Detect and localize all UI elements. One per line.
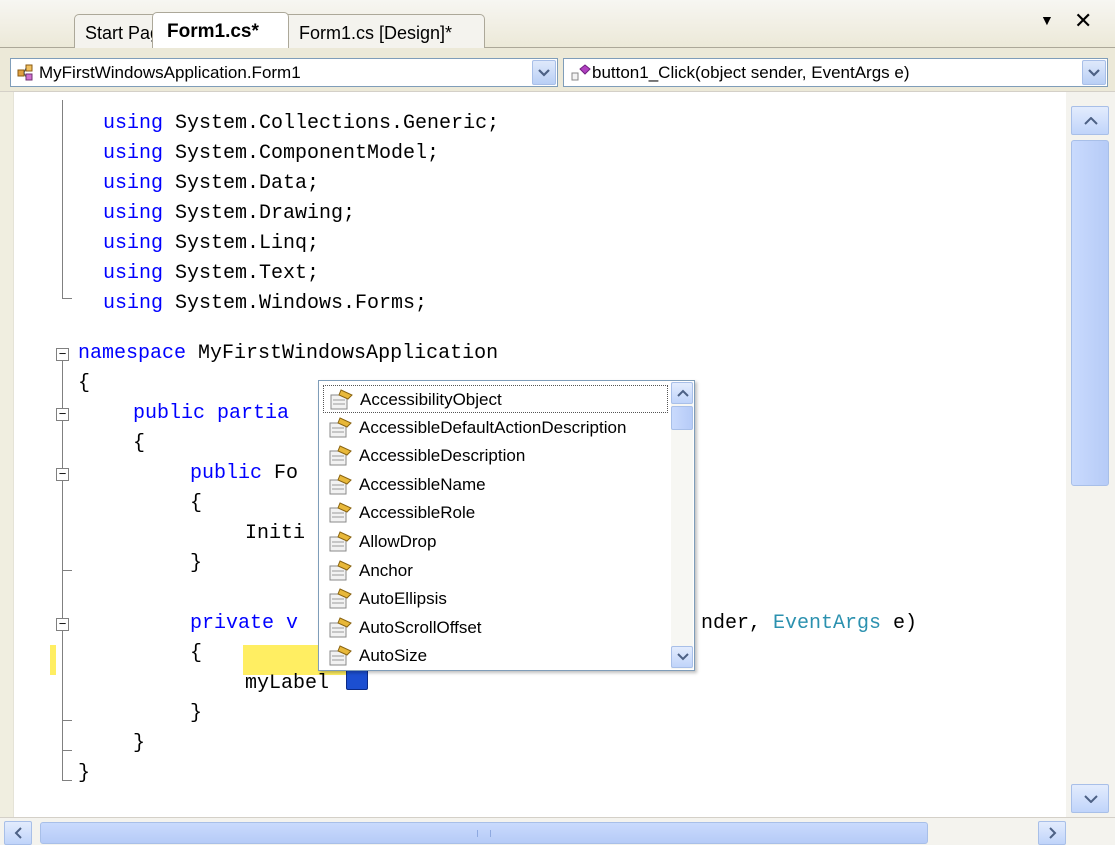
completion-item-label: AutoSize	[359, 646, 428, 666]
property-icon	[329, 474, 352, 495]
property-icon	[329, 502, 352, 523]
completion-item-label: AccessibleRole	[359, 503, 476, 523]
smart-tag-icon[interactable]	[346, 668, 368, 690]
code-line: }	[190, 552, 203, 575]
completion-item-label: AccessibleDefaultActionDescription	[359, 417, 627, 437]
code-line-current: myLabel	[245, 672, 330, 695]
horizontal-scrollbar[interactable]	[0, 817, 1115, 845]
close-icon[interactable]: ✕	[1074, 8, 1092, 34]
completion-item[interactable]: AutoSize	[323, 642, 668, 670]
completion-item[interactable]: AccessibilityObject	[323, 385, 668, 413]
scroll-down-button[interactable]	[671, 646, 693, 668]
code-line: namespace MyFirstWindowsApplication	[78, 342, 499, 365]
chevron-down-icon[interactable]	[532, 60, 556, 85]
collapse-toggle[interactable]: −	[56, 407, 69, 421]
property-icon	[329, 531, 352, 552]
completion-item-label: AccessibleName	[359, 474, 486, 494]
property-icon	[329, 645, 352, 666]
scroll-up-button[interactable]	[1071, 106, 1109, 135]
navigation-bar: MyFirstWindowsApplication.Form1 button1_…	[0, 48, 1115, 92]
code-line: using System.Collections.Generic;	[103, 112, 500, 135]
scroll-right-button[interactable]	[1038, 821, 1066, 845]
outline-line	[62, 780, 72, 781]
member-combo-value: button1_Click(object sender, EventArgs e…	[592, 63, 910, 82]
vertical-scrollbar[interactable]	[1066, 92, 1115, 817]
completion-list[interactable]: AccessibilityObject AccessibleDefaultActi…	[318, 380, 695, 671]
code-line: }	[78, 762, 91, 785]
collapse-toggle[interactable]: −	[56, 617, 69, 631]
outline-line	[62, 100, 63, 298]
indicator-margin	[0, 92, 14, 817]
code-line: public partia	[133, 402, 290, 425]
scroll-thumb[interactable]	[1071, 140, 1109, 486]
code-line: private v	[190, 612, 299, 635]
completion-item-label: AllowDrop	[359, 532, 437, 551]
property-icon	[329, 559, 352, 581]
scroll-down-button[interactable]	[1071, 784, 1109, 813]
completion-item[interactable]: AccessibleRole	[323, 499, 668, 527]
class-combo[interactable]: MyFirstWindowsApplication.Form1	[10, 58, 558, 87]
triangle-down-icon[interactable]: ▼	[1040, 12, 1054, 28]
property-icon	[329, 445, 352, 466]
code-line: using System.Linq;	[103, 232, 320, 255]
completion-item-label: AccessibleDescription	[359, 446, 526, 466]
completion-item[interactable]: Anchor	[323, 557, 668, 585]
chevron-down-icon[interactable]	[1082, 60, 1106, 85]
completion-scrollbar[interactable]	[671, 382, 693, 669]
code-line: using System.ComponentModel;	[103, 142, 440, 165]
completion-item-label: AutoEllipsis	[359, 589, 447, 609]
class-combo-value: MyFirstWindowsApplication.Form1	[39, 63, 301, 82]
code-line: {	[78, 372, 91, 395]
completion-item[interactable]: AccessibleName	[323, 471, 668, 499]
scroll-left-button[interactable]	[4, 821, 32, 845]
code-line: Initi	[245, 522, 306, 545]
code-line: {	[190, 492, 203, 515]
completion-item[interactable]: AccessibleDefaultActionDescription	[323, 414, 668, 442]
completion-item[interactable]: AccessibleDescription	[323, 442, 668, 470]
method-icon	[571, 64, 591, 81]
completion-item-label: Anchor	[359, 560, 413, 580]
scroll-thumb[interactable]	[40, 822, 928, 844]
completion-item[interactable]: AutoScrollOffset	[323, 614, 668, 642]
tab-form1-design[interactable]: Form1.cs [Design]*	[280, 14, 485, 48]
outline-line	[62, 720, 72, 721]
outline-line	[62, 750, 72, 751]
completion-item[interactable]: AllowDrop	[323, 528, 668, 556]
code-line: }	[190, 702, 203, 725]
tab-form1-cs[interactable]: Form1.cs*	[152, 12, 289, 48]
completion-item-label: AutoScrollOffset	[359, 617, 482, 637]
code-line: }	[133, 732, 146, 755]
completion-item-label: AccessibilityObject	[360, 390, 502, 409]
collapse-toggle[interactable]: −	[56, 347, 69, 361]
code-line: using System.Text;	[103, 262, 320, 285]
scroll-thumb[interactable]	[671, 406, 693, 430]
class-icon	[17, 64, 33, 81]
completion-item[interactable]: AutoEllipsis	[323, 585, 668, 613]
document-tab-strip: Start Page Form1.cs [Design]* Form1.cs* …	[0, 0, 1115, 48]
property-icon	[330, 389, 353, 410]
code-line: using System.Drawing;	[103, 202, 356, 225]
outline-line	[62, 570, 72, 571]
property-icon	[329, 416, 352, 438]
code-line: using System.Data;	[103, 172, 320, 195]
outline-line	[62, 298, 72, 299]
property-icon	[329, 617, 352, 638]
collapse-toggle[interactable]: −	[56, 467, 69, 481]
code-line: using System.Windows.Forms;	[103, 292, 428, 315]
scroll-up-button[interactable]	[671, 382, 693, 404]
code-line: public Fo	[190, 462, 299, 485]
code-line: {	[190, 642, 203, 665]
property-icon	[329, 588, 352, 609]
change-marker	[50, 645, 56, 675]
code-line: {	[133, 432, 146, 455]
code-line-tail: nder, EventArgs e)	[701, 612, 918, 635]
member-combo[interactable]: button1_Click(object sender, EventArgs e…	[563, 58, 1108, 87]
